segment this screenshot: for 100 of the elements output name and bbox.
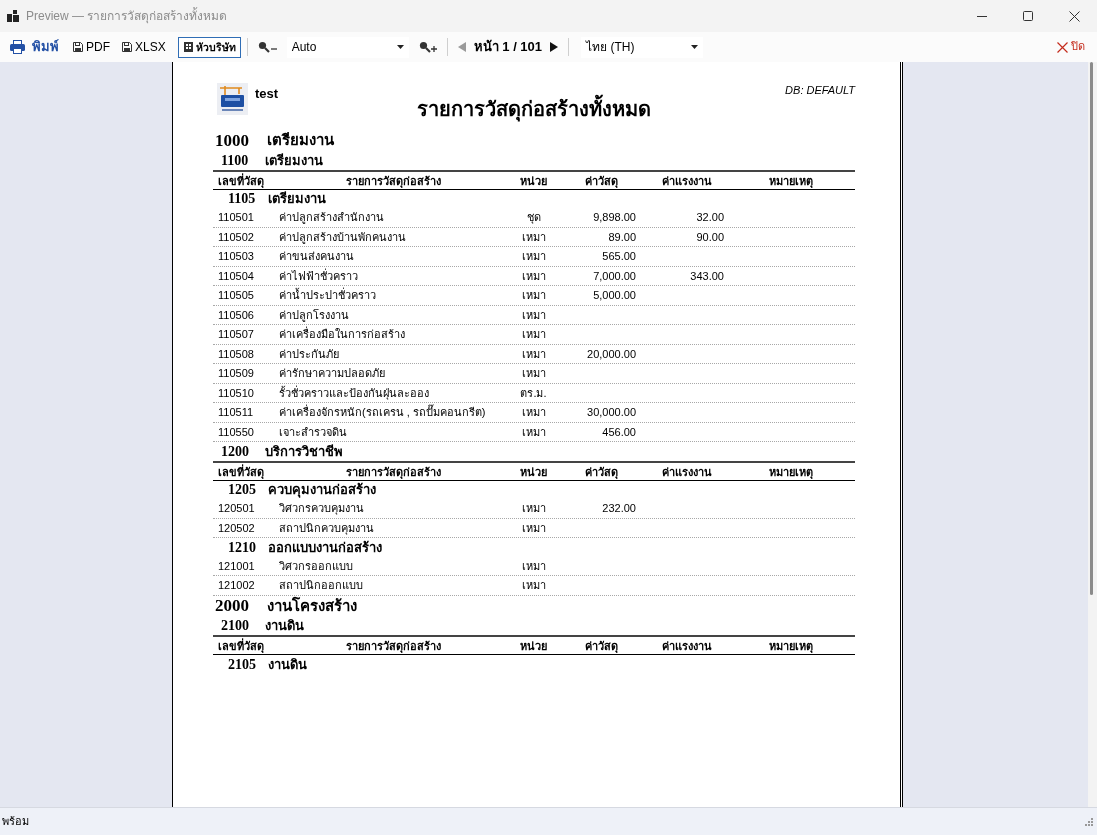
caret-down-icon — [691, 45, 699, 49]
caret-down-icon — [396, 45, 404, 49]
table-cell-text: เหมา — [520, 229, 547, 245]
table-cell-text: 120501 — [217, 501, 256, 517]
window-title: Preview — รายการวัสดุก่อสร้างทั้งหมด — [26, 7, 228, 25]
table-cell-text: 121002 — [217, 578, 256, 594]
table-cell-text: 110508 — [217, 346, 255, 362]
building-icon — [183, 42, 193, 52]
table-cell-text: ค่าเครื่องมือในการก่อสร้าง — [278, 325, 406, 343]
table-cell-text: เหมา — [520, 424, 547, 440]
company-logo — [217, 83, 248, 115]
table-cell-text: 110506 — [217, 307, 255, 323]
table-cell-text: วิศวกรควบคุมงาน — [278, 501, 365, 517]
subgroup-name: เตรียมงาน — [265, 151, 323, 170]
category-code: 1210 — [228, 538, 257, 557]
table-cell-text: 565.00 — [601, 249, 637, 265]
zoom-in-icon — [418, 41, 437, 53]
table-cell-text: สถาปนิกออกแบบ — [278, 578, 364, 594]
table-cell-text: ค่าปลูกโรงงาน — [278, 307, 350, 324]
close-icon — [1068, 10, 1080, 22]
scrollbar-thumb[interactable] — [1090, 62, 1093, 595]
table-cell-text: เหมา — [520, 520, 547, 536]
table-cell-text: เหมา — [520, 501, 547, 517]
category-code: 1205 — [228, 481, 257, 500]
zoom-out-icon — [257, 41, 277, 53]
table-cell-text: 343.00 — [689, 268, 725, 284]
column-header: รายการวัสดุก่อสร้าง — [344, 464, 442, 481]
table-cell-text: 32.00 — [695, 210, 725, 226]
database-label: DB: DEFAULT — [785, 83, 855, 97]
minimize-icon — [977, 15, 987, 17]
table-cell-text: 120502 — [217, 520, 256, 536]
column-header: หน่วย — [519, 639, 548, 654]
category-name: ออกแบบงานก่อสร้าง — [268, 538, 382, 557]
table-cell-text: ค่ารักษาความปลอดภัย — [278, 366, 386, 382]
table-cell-text: ค่าปลูกสร้างบ้านพักคนงาน — [278, 229, 407, 246]
category-name: เตรียมงาน — [268, 190, 326, 208]
column-header: ค่าวัสดุ — [583, 173, 619, 190]
table-cell-text: ค่าไฟฟ้าชั่วคราว — [278, 267, 359, 284]
table-cell-text: 30,000.00 — [586, 405, 637, 421]
app-icon — [7, 10, 19, 22]
table-cell-text: 9,898.00 — [592, 210, 637, 226]
table-cell-text: เหมา — [520, 578, 547, 594]
column-header: หมายเหตุ — [768, 639, 814, 655]
column-header: ค่าวัสดุ — [583, 464, 619, 481]
table-cell-text: 110550 — [217, 424, 255, 440]
subgroup-code: 1200 — [221, 442, 250, 461]
table-cell-text: 7,000.00 — [592, 268, 637, 284]
table-cell-text: 110502 — [217, 229, 255, 245]
column-header: รายการวัสดุก่อสร้าง — [344, 173, 442, 190]
subgroup-code: 1100 — [221, 151, 250, 170]
table-cell-text: ค่าปลูกสร้างสำนักงาน — [278, 210, 385, 226]
subgroup-name: งานดิน — [265, 617, 304, 635]
table-cell-text: เหมา — [520, 346, 547, 362]
category-name: ควบคุมงานก่อสร้าง — [268, 481, 376, 500]
category-code: 2105 — [228, 655, 257, 674]
table-cell-text: 20,000.00 — [586, 346, 637, 362]
export-button[interactable]: XLSX — [122, 39, 166, 55]
table-cell-text: เหมา — [520, 327, 547, 343]
export-button[interactable]: PDF — [73, 39, 110, 55]
company-name: test — [255, 85, 279, 103]
status-text: พร้อม — [2, 814, 29, 830]
column-header: ค่าวัสดุ — [583, 639, 619, 655]
table-cell-text: 110509 — [217, 366, 255, 382]
column-header: ค่าแรงงาน — [660, 173, 713, 189]
table-cell-text: เหมา — [520, 288, 547, 304]
table-cell-text: เหมา — [520, 366, 547, 382]
language-dropdown[interactable]: ไทย (TH) — [581, 36, 704, 58]
maximize-icon — [1023, 11, 1033, 21]
zoom-dropdown[interactable]: Auto — [286, 36, 409, 58]
column-header: เลขที่วัสดุ — [217, 172, 265, 190]
table-cell-text: 110510 — [217, 385, 255, 401]
subgroup-code: 2100 — [221, 617, 250, 636]
resize-grip-icon[interactable] — [1084, 816, 1094, 827]
column-header: ค่าแรงงาน — [660, 464, 713, 480]
table-cell-text: สถาปนิกควบคุมงาน — [278, 520, 375, 537]
group-code: 2000 — [215, 595, 250, 618]
table-cell-text: เหมา — [520, 268, 547, 284]
close-icon — [1057, 41, 1068, 53]
company-header-toggle[interactable]: หัวบริษัท — [177, 36, 241, 58]
printer-icon — [10, 40, 25, 54]
column-header: หน่วย — [519, 464, 548, 480]
column-header: หมายเหตุ — [768, 173, 814, 190]
print-button[interactable]: พิมพ์ — [10, 39, 59, 55]
table-cell-text: เจาะสำรวจดิน — [278, 424, 348, 440]
table-cell-text: 456.00 — [601, 424, 637, 440]
column-header: หมายเหตุ — [768, 464, 814, 481]
table-cell-text: 232.00 — [601, 501, 637, 517]
table-cell-text: ค่าน้ำประปาชั่วคราว — [278, 286, 377, 304]
table-cell-text: 110501 — [217, 210, 255, 226]
table-cell-text: 121001 — [217, 558, 256, 574]
table-cell-text: 110507 — [217, 327, 255, 343]
subgroup-name: บริการวิชาชีพ — [265, 442, 343, 461]
column-header: หน่วย — [519, 173, 548, 189]
column-header: เลขที่วัสดุ — [217, 463, 265, 481]
table-cell-text: 89.00 — [607, 229, 637, 245]
category-name: งานดิน — [268, 655, 307, 674]
table-cell-text: 110505 — [217, 288, 255, 304]
table-cell-text: รั้วชั่วคราวและป้องกันฝุ่นละออง — [278, 384, 430, 402]
close-button[interactable]: ปิด — [1057, 40, 1085, 54]
table-cell-text: เหมา — [520, 249, 547, 265]
